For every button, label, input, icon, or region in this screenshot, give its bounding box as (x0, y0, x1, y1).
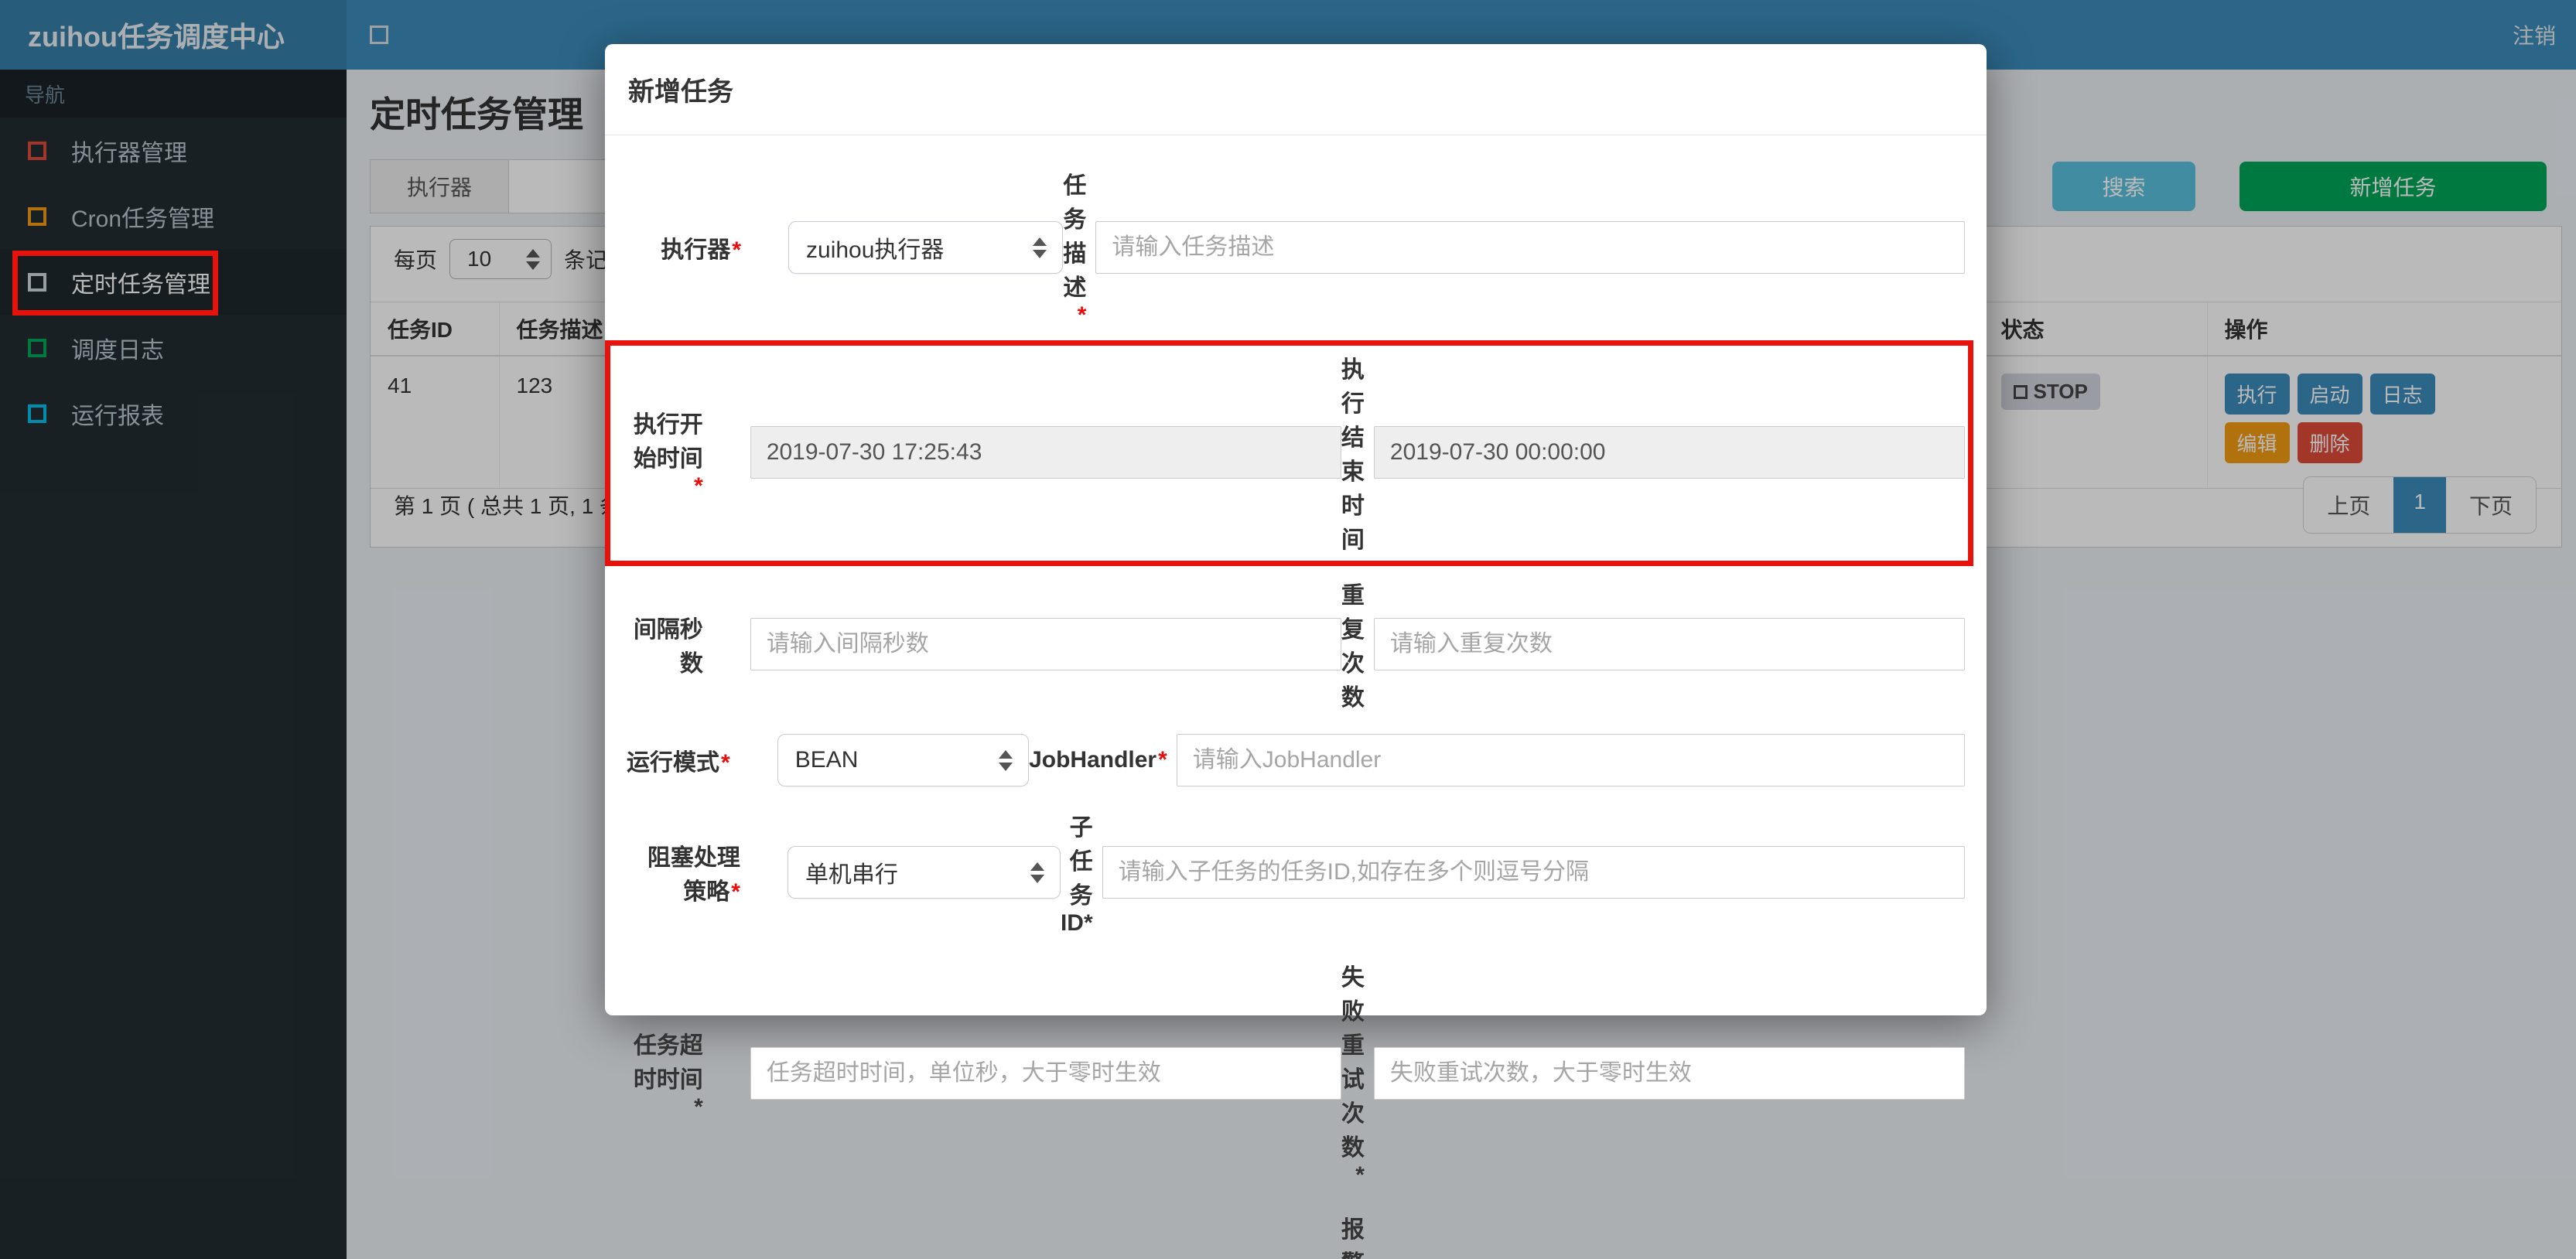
child-task-id-label: 子任务ID* (1060, 815, 1093, 936)
jobhandler-input[interactable] (1176, 734, 1965, 786)
task-desc-input[interactable] (1095, 221, 1965, 274)
form-row-interval-repeat: 间隔秒数 重复次数 (627, 576, 1965, 712)
interval-input[interactable] (750, 618, 1341, 670)
form-row-executor-desc: 执行器* zuihou执行器 任务描述* (627, 166, 1965, 329)
retry-count-input[interactable] (1373, 1047, 1965, 1100)
start-time-input[interactable] (750, 426, 1341, 479)
repeat-count-input[interactable] (1373, 618, 1965, 670)
timeout-label: 任务超时时间* (633, 1033, 703, 1120)
run-mode-label: 运行模式* (627, 750, 730, 776)
chevron-updown-icon (1030, 862, 1044, 883)
executor-label: 执行器* (661, 237, 742, 263)
task-desc-label: 任务描述* (1063, 173, 1087, 328)
modal-body: 执行器* zuihou执行器 任务描述* 执行开始时间* 执行结束时间 间隔秒数… (605, 135, 1987, 1259)
end-time-input[interactable] (1373, 426, 1965, 479)
alarm-email-label: 报警邮件* (1341, 1217, 1365, 1259)
modal-title: 新增任务 (628, 77, 733, 107)
block-strategy-select[interactable]: 单机串行 (787, 846, 1061, 899)
interval-label: 间隔秒数 (633, 617, 703, 677)
modal-header: 新增任务 (605, 44, 1987, 135)
child-task-id-input[interactable] (1102, 846, 1965, 899)
form-row-block-childid: 阻塞处理策略* 单机串行 子任务ID* (627, 808, 1965, 937)
timeout-input[interactable] (750, 1047, 1341, 1100)
end-time-label: 执行结束时间 (1341, 357, 1365, 553)
chevron-updown-icon (1033, 237, 1047, 258)
form-row-mode-handler: 运行模式* BEAN JobHandler* (627, 734, 1965, 786)
executor-select[interactable]: zuihou执行器 (788, 221, 1064, 274)
form-row-owner-email: 负责人* 报警邮件* (627, 1210, 1965, 1259)
block-strategy-label: 阻塞处理策略* (647, 845, 740, 905)
chevron-updown-icon (999, 749, 1013, 771)
repeat-count-label: 重复次数 (1341, 583, 1365, 711)
form-row-start-end-time: 执行开始时间* 执行结束时间 (605, 340, 1973, 566)
jobhandler-label: JobHandler* (1029, 747, 1167, 773)
add-task-modal: 新增任务 执行器* zuihou执行器 任务描述* 执行开始时间* 执行结束时间… (605, 44, 1987, 1259)
form-row-timeout-retry: 任务超时时间* 失败重试次数* (627, 958, 1965, 1189)
run-mode-select[interactable]: BEAN (777, 734, 1030, 786)
retry-count-label: 失败重试次数* (1341, 965, 1365, 1188)
start-time-label: 执行开始时间* (633, 412, 703, 499)
